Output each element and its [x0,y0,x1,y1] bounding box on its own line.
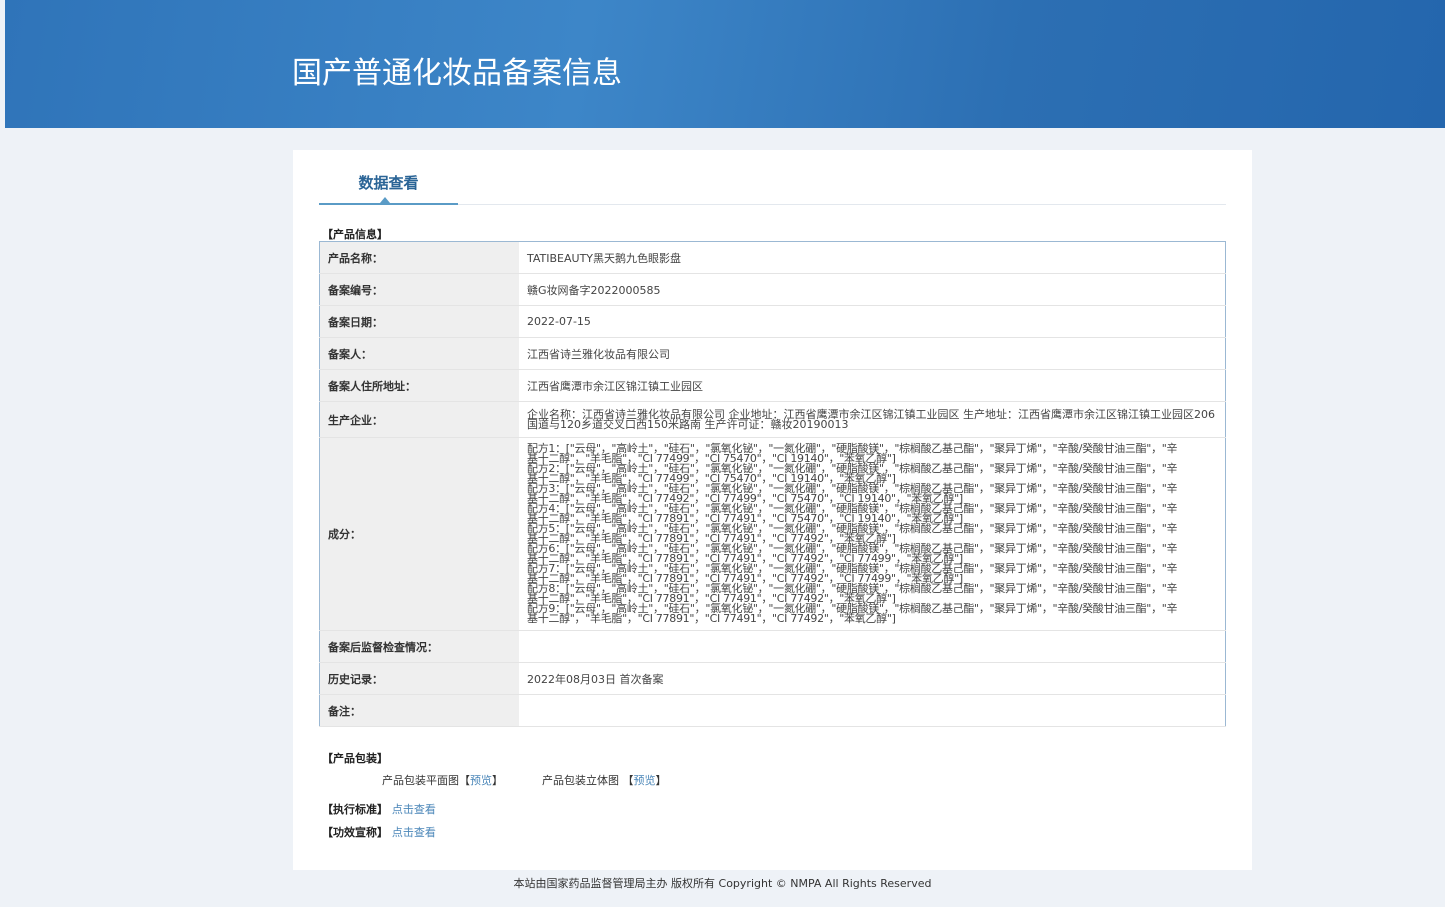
section-efficacy: 【功效宣称】 点击查看 [322,824,436,840]
section-product-info: 【产品信息】 [322,228,388,241]
row-label: 备案后监督检查情况： [319,630,519,663]
table-row: 备案编号： 赣G妆网备字2022000585 [319,273,1226,306]
row-label: 备注： [319,694,519,727]
row-value: 配方1：["云母"，"高岭土"，"硅石"，"氯氧化铋"，"一氮化硼"，"硬脂酸镁… [519,437,1226,631]
preview-3d-link[interactable]: 预览 [634,774,656,787]
table-row: 备注： [319,694,1226,727]
row-label: 产品名称： [319,241,519,274]
formula-item: 配方5：["云母"，"高岭土"，"硅石"，"氯氧化铋"，"一氮化硼"，"硬脂酸镁… [527,522,1178,545]
packaging-3d: 产品包装立体图 【预览】 [542,772,667,788]
tab-data-view[interactable]: 数据查看 [319,172,458,193]
formula-item: 配方1：["云母"，"高岭土"，"硅石"，"氯氧化铋"，"一氮化硼"，"硬脂酸镁… [527,442,1178,465]
divider [458,204,1226,205]
page-title: 国产普通化妆品备案信息 [292,56,622,91]
section-standard: 【执行标准】 点击查看 [322,801,436,817]
formula-item: 配方4：["云母"，"高岭土"，"硅石"，"氯氧化铋"，"一氮化硼"，"硬脂酸镁… [527,502,1178,525]
row-value: 2022-07-15 [519,305,1226,338]
bracket: 】 [655,774,667,787]
row-value [519,694,1226,727]
table-row: 历史记录： 2022年08月03日 首次备案 [319,662,1226,695]
row-label: 历史记录： [319,662,519,695]
table-row: 备案后监督检查情况： [319,630,1226,663]
table-row: 成分： 配方1：["云母"，"高岭土"，"硅石"，"氯氧化铋"，"一氮化硼"，"硬… [319,437,1226,631]
packaging-flat: 产品包装平面图【预览】 [382,772,503,788]
table-row: 备案日期： 2022-07-15 [319,305,1226,338]
packaging-3d-label: 产品包装立体图 [542,774,619,787]
formula-item: 配方6：["云母"，"高岭土"，"硅石"，"氯氧化铋"，"一氮化硼"，"硬脂酸镁… [527,542,1178,565]
row-value: 江西省诗兰雅化妆品有限公司 [519,337,1226,370]
bracket: 【 [622,774,634,787]
preview-flat-link[interactable]: 预览 [470,774,492,787]
row-label: 生产企业： [319,401,519,438]
row-label: 成分： [319,437,519,631]
table-row: 备案人住所地址： 江西省鹰潭市余江区锦江镇工业园区 [319,369,1226,402]
row-value: TATIBEAUTY黑天鹅九色眼影盘 [519,241,1226,274]
bracket: 】 [492,774,503,787]
product-info-table: 产品名称： TATIBEAUTY黑天鹅九色眼影盘 备案编号： 赣G妆网备字202200… [319,241,1226,727]
standard-view-link[interactable]: 点击查看 [392,803,436,816]
row-value: 2022年08月03日 首次备案 [519,662,1226,695]
content-card: 数据查看 【产品信息】 产品名称： TATIBEAUTY黑天鹅九色眼影盘 备案编号：… [293,150,1252,870]
packaging-flat-label: 产品包装平面图 [382,774,459,787]
tab-caret-icon [380,197,390,203]
formula-item: 配方3：["云母"，"高岭土"，"硅石"，"氯氧化铋"，"一氮化硼"，"硬脂酸镁… [527,482,1178,505]
efficacy-label: 【功效宣称】 [322,826,388,839]
page-header: 国产普通化妆品备案信息 [5,0,1445,128]
standard-label: 【执行标准】 [322,803,388,816]
tab-underline [319,203,458,205]
formula-item: 配方2：["云母"，"高岭土"，"硅石"，"氯氧化铋"，"一氮化硼"，"硬脂酸镁… [527,462,1178,485]
row-value: 江西省鹰潭市余江区锦江镇工业园区 [519,369,1226,402]
table-row: 产品名称： TATIBEAUTY黑天鹅九色眼影盘 [319,241,1226,274]
formula-item: 配方9：["云母"，"高岭土"，"硅石"，"氯氧化铋"，"一氮化硼"，"硬脂酸镁… [527,602,1178,625]
row-label: 备案人： [319,337,519,370]
formula-item: 配方7：["云母"，"高岭土"，"硅石"，"氯氧化铋"，"一氮化硼"，"硬脂酸镁… [527,562,1178,585]
row-label: 备案编号： [319,273,519,306]
row-label: 备案日期： [319,305,519,338]
efficacy-view-link[interactable]: 点击查看 [392,826,436,839]
row-value [519,630,1226,663]
row-value: 企业名称：江西省诗兰雅化妆品有限公司 企业地址：江西省鹰潭市余江区锦江镇工业园区… [519,401,1226,438]
bracket: 【 [459,774,470,787]
row-label: 备案人住所地址： [319,369,519,402]
ingredients-list: 配方1：["云母"，"高岭土"，"硅石"，"氯氧化铋"，"一氮化硼"，"硬脂酸镁… [527,438,1187,630]
section-packaging: 【产品包装】 [322,752,388,765]
footer: 本站由国家药品监督管理局主办 版权所有 Copyright © NMPA All… [513,877,932,890]
table-row: 备案人： 江西省诗兰雅化妆品有限公司 [319,337,1226,370]
row-value: 赣G妆网备字2022000585 [519,273,1226,306]
formula-item: 配方8：["云母"，"高岭土"，"硅石"，"氯氧化铋"，"一氮化硼"，"硬脂酸镁… [527,582,1178,605]
table-row: 生产企业： 企业名称：江西省诗兰雅化妆品有限公司 企业地址：江西省鹰潭市余江区锦江… [319,401,1226,438]
